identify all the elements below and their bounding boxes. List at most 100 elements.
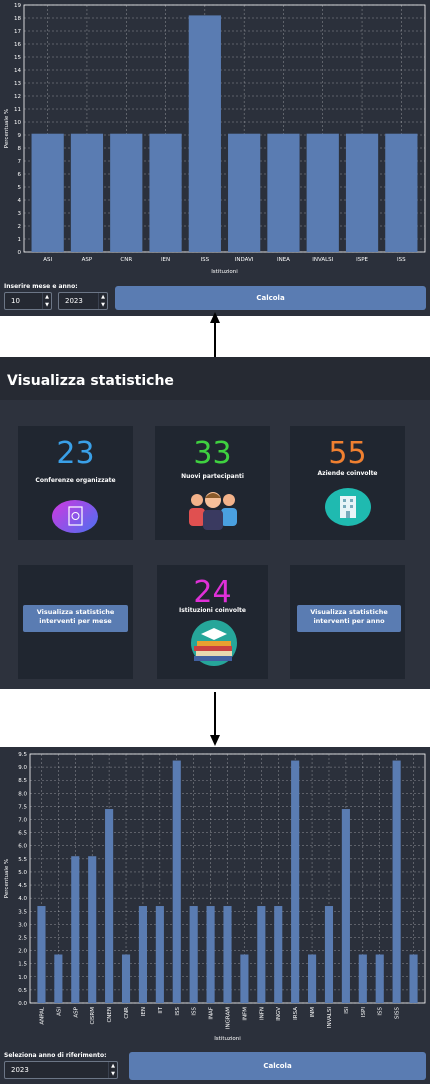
spin-up-icon[interactable]: ▲ bbox=[43, 293, 51, 301]
year-value: 2023 bbox=[65, 297, 83, 305]
month-year-label: Inserire mese e anno: bbox=[4, 283, 78, 290]
y-tick-label: 0.0 bbox=[18, 1001, 27, 1007]
stat-number: 23 bbox=[56, 436, 95, 471]
spin-up-icon[interactable]: ▲ bbox=[99, 293, 107, 301]
bar bbox=[341, 809, 350, 1003]
month-spinbox[interactable]: 10 ▲ ▼ bbox=[4, 292, 52, 310]
y-tick-label: 1.0 bbox=[18, 975, 27, 981]
bar bbox=[31, 133, 64, 252]
spin-down-icon[interactable]: ▼ bbox=[99, 301, 107, 309]
year-ref-spinbox[interactable]: 2023 ▲ ▼ bbox=[4, 1061, 118, 1079]
y-tick-label: 8 bbox=[18, 146, 22, 152]
y-tick-label: 5.5 bbox=[18, 857, 27, 863]
x-tick-label: IEN bbox=[141, 1007, 147, 1016]
view-yearly-stats-button[interactable]: Visualizza statistiche interventi per an… bbox=[297, 605, 401, 632]
building-icon bbox=[325, 488, 371, 526]
year-spinbox[interactable]: 2023 ▲ ▼ bbox=[58, 292, 108, 310]
x-tick-label: CNEN bbox=[107, 1007, 113, 1023]
y-tick-label: 5.0 bbox=[18, 870, 27, 876]
x-tick-label: INFM bbox=[242, 1007, 248, 1021]
x-tick-label: IRSA bbox=[293, 1007, 299, 1020]
bar bbox=[149, 133, 182, 252]
x-tick-label: INGV bbox=[276, 1007, 282, 1021]
bar bbox=[70, 133, 104, 252]
monthly-bar-chart: 012345678910111213141516171819ASI ASP CNR I… bbox=[4, 3, 426, 275]
year-ref-label: Seleziona anno di riferimento: bbox=[4, 1052, 107, 1059]
x-tick-label: ASP bbox=[82, 257, 93, 263]
spin-down-icon[interactable]: ▼ bbox=[109, 1070, 117, 1078]
y-tick-label: 4.5 bbox=[18, 883, 27, 889]
stat-number: 33 bbox=[193, 436, 232, 471]
people-icon bbox=[189, 492, 237, 530]
bar bbox=[409, 954, 418, 1003]
y-tick-label: 6 bbox=[18, 172, 22, 178]
dashboard-header: Visualizza statistiche bbox=[0, 357, 430, 400]
y-tick-label: 0 bbox=[18, 250, 22, 256]
bar bbox=[267, 133, 300, 252]
dashboard-panel: Visualizza statistiche 23 Conferenze org… bbox=[0, 357, 430, 689]
year-ref-spin-buttons[interactable]: ▲ ▼ bbox=[108, 1062, 117, 1078]
spin-down-icon[interactable]: ▼ bbox=[43, 301, 51, 309]
y-tick-label: 12 bbox=[14, 94, 21, 100]
y-tick-label: 8.5 bbox=[18, 778, 27, 784]
x-tick-label: CISRM bbox=[90, 1007, 96, 1025]
y-tick-label: 16 bbox=[14, 42, 21, 48]
yearly-bar-chart: 0.0 0.5 1.0 1.5 2.0 2.5 3.0 3.5 4.0 4.5 5.0 5.5 6.0 6… bbox=[4, 752, 426, 1042]
y-tick-label: 2.5 bbox=[18, 935, 27, 941]
card-btn-anno: Visualizza statistiche interventi per an… bbox=[290, 565, 405, 679]
x-tick-label: INDAVI bbox=[235, 257, 254, 263]
y-tick-label: 9.5 bbox=[18, 752, 27, 758]
bar bbox=[274, 906, 283, 1003]
x-tick-label: ISPI bbox=[361, 1007, 367, 1017]
y-tick-label: 19 bbox=[14, 3, 21, 9]
y-axis-label: Percentuale % bbox=[4, 859, 10, 898]
y-tick-label: 8.0 bbox=[18, 791, 27, 797]
bar bbox=[306, 133, 339, 252]
x-tick-label: ASI bbox=[43, 257, 52, 263]
stat-label: Istituzioni coinvolte bbox=[179, 607, 246, 614]
year-ref-value: 2023 bbox=[11, 1066, 29, 1074]
calcola-button[interactable]: Calcola bbox=[129, 1052, 426, 1080]
calcola-button[interactable]: Calcola bbox=[115, 286, 426, 310]
y-tick-label: 11 bbox=[14, 107, 21, 113]
x-tick-label: ISS bbox=[201, 257, 210, 263]
card-btn-mese: Visualizza statistiche interventi per me… bbox=[18, 565, 133, 679]
y-tick-label: 3.0 bbox=[18, 922, 27, 928]
x-tick-label: IIT bbox=[158, 1006, 164, 1013]
y-tick-label: 9 bbox=[18, 133, 22, 139]
y-axis-label: Percentuale % bbox=[4, 109, 10, 148]
bar bbox=[172, 760, 181, 1003]
y-tick-label: 14 bbox=[14, 68, 21, 74]
y-tick-label: 4 bbox=[18, 198, 22, 204]
y-tick-label: 17 bbox=[14, 29, 21, 35]
x-tick-label: INAF bbox=[209, 1007, 215, 1020]
x-tick-label: INEA bbox=[277, 257, 290, 263]
year-spin-buttons[interactable]: ▲ ▼ bbox=[98, 293, 107, 309]
x-tick-label: IEN bbox=[161, 257, 170, 263]
x-tick-label: INVALSI bbox=[327, 1007, 333, 1028]
bar bbox=[324, 906, 334, 1003]
y-tick-label: 3 bbox=[18, 211, 22, 217]
bar bbox=[257, 906, 266, 1003]
bar bbox=[88, 856, 97, 1003]
bar bbox=[110, 133, 143, 252]
x-axis-label: Istituzioni bbox=[214, 1036, 241, 1042]
card-aziende: 55 Aziende coinvolte bbox=[290, 426, 405, 540]
view-monthly-stats-button[interactable]: Visualizza statistiche interventi per me… bbox=[23, 605, 128, 632]
y-tick-label: 13 bbox=[14, 81, 21, 87]
arrow-up-icon bbox=[210, 312, 220, 358]
bar bbox=[240, 954, 249, 1003]
x-tick-label: ASP bbox=[73, 1006, 79, 1017]
spin-up-icon[interactable]: ▲ bbox=[109, 1062, 117, 1070]
x-axis-label: Istituzioni bbox=[211, 269, 238, 275]
x-tick-label: ASI bbox=[56, 1007, 62, 1016]
bar bbox=[54, 954, 63, 1003]
x-tick-label: SISS bbox=[395, 1007, 401, 1020]
x-tick-label: ISS bbox=[192, 1006, 198, 1015]
y-tick-label: 5 bbox=[18, 185, 22, 191]
bar bbox=[375, 954, 384, 1003]
month-spin-buttons[interactable]: ▲ ▼ bbox=[42, 293, 51, 309]
bar bbox=[206, 906, 215, 1003]
x-tick-label: ISS bbox=[397, 257, 406, 263]
card-conferenze: 23 Conferenze organizzate bbox=[18, 426, 133, 540]
